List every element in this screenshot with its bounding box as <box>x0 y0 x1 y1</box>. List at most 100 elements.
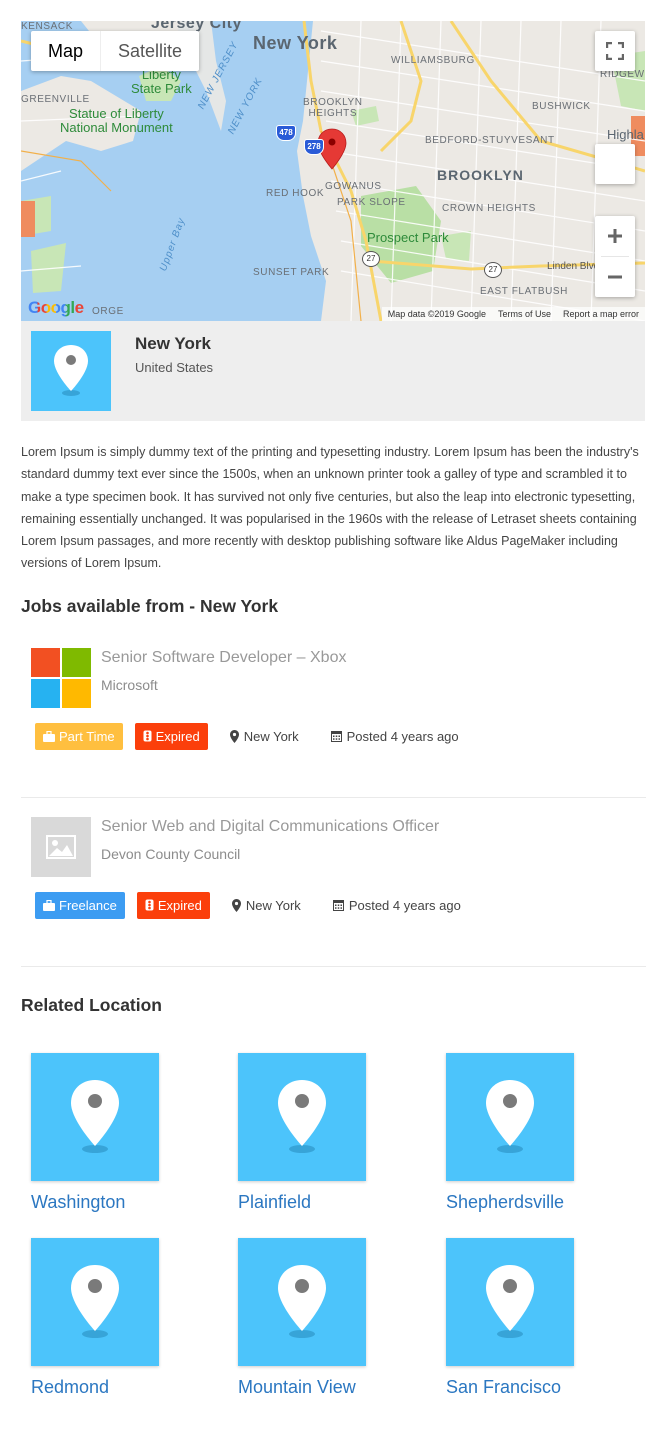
calendar-icon <box>330 731 342 742</box>
map-label-gorge: ORGE <box>92 306 124 317</box>
map-label-sunset-park: SUNSET PARK <box>253 267 330 278</box>
job-listing[interactable]: Senior Software Developer – Xbox Microso… <box>21 628 646 798</box>
job-location: New York <box>231 897 301 913</box>
related-location-card[interactable]: Plainfield <box>228 1053 408 1233</box>
map-data-credit: Map data ©2019 Google <box>387 309 486 319</box>
job-posted: Posted 4 years ago <box>332 897 461 913</box>
map-label-gowanus: GOWANUS <box>325 181 382 192</box>
job-listing[interactable]: Senior Web and Digital Communications Of… <box>21 797 646 967</box>
related-location-link[interactable]: Mountain View <box>238 1377 356 1398</box>
job-status-badge: Expired <box>134 722 208 750</box>
job-meta: Freelance Expired New York Posted 4 year… <box>35 891 461 919</box>
route-27-shield-icon: 27 <box>484 262 502 278</box>
zoom-in-button[interactable] <box>595 216 635 256</box>
job-title-link[interactable]: Senior Software Developer – Xbox <box>101 649 346 667</box>
map-type-satellite-button[interactable]: Satellite <box>100 31 199 71</box>
map-pin-icon <box>71 1265 119 1338</box>
map-type-control[interactable]: Map Satellite <box>31 31 200 71</box>
related-location-card[interactable]: Mountain View <box>228 1238 408 1418</box>
related-location-thumbnail[interactable] <box>446 1238 574 1366</box>
job-type-label: Freelance <box>59 897 117 913</box>
map-label-greenville: GREENVILLE <box>21 94 90 105</box>
map-pin-icon <box>278 1080 326 1153</box>
location-name: New York <box>135 334 211 353</box>
job-location-label: New York <box>245 897 301 913</box>
map-label-east-flatbush: EAST FLATBUSH <box>480 286 569 297</box>
zoom-out-button[interactable] <box>595 257 635 297</box>
job-status-label: Expired <box>155 728 200 744</box>
street-view-button[interactable] <box>595 144 635 184</box>
related-location-link[interactable]: Washington <box>31 1192 125 1213</box>
map-label-brooklyn-heights: BROOKLYN HEIGHTS <box>303 97 363 119</box>
fullscreen-button[interactable] <box>595 31 635 71</box>
image-placeholder-icon[interactable] <box>31 817 91 877</box>
interstate-478-shield-icon: 478 <box>276 125 296 141</box>
related-location-card[interactable]: Washington <box>21 1053 201 1233</box>
related-location-link[interactable]: San Francisco <box>446 1377 561 1398</box>
job-posted-label: Posted 4 years ago <box>348 897 461 913</box>
map-label-highland: Highla <box>607 127 644 142</box>
related-location-card[interactable]: Redmond <box>21 1238 201 1418</box>
map-pin-icon <box>278 1265 326 1338</box>
location-country: United States <box>135 360 214 375</box>
map-label-park-slope: PARK SLOPE <box>337 197 406 208</box>
map-label-crown-heights: CROWN HEIGHTS <box>442 203 536 214</box>
microsoft-logo-icon[interactable] <box>31 648 91 708</box>
jobs-heading: Jobs available from - New York <box>21 596 279 616</box>
map-pin-icon <box>71 1080 119 1153</box>
traffic-light-icon <box>143 730 152 742</box>
map-type-map-button[interactable]: Map <box>31 31 100 71</box>
job-status-label: Expired <box>157 897 202 913</box>
related-location-link[interactable]: Shepherdsville <box>446 1192 564 1213</box>
map-label-williamsburg: WILLIAMSBURG <box>391 55 475 66</box>
job-type-badge: Part Time <box>35 722 123 750</box>
related-location-link[interactable]: Plainfield <box>238 1192 311 1213</box>
related-location-link[interactable]: Redmond <box>31 1377 109 1398</box>
map-attribution-bar: Map data ©2019 Google Terms of Use Repor… <box>381 307 645 321</box>
related-location-thumbnail[interactable] <box>31 1238 159 1366</box>
map-label-bushwick: BUSHWICK <box>532 101 591 112</box>
job-location-label: New York <box>243 728 299 744</box>
job-meta: Part Time Expired New York Posted 4 year… <box>35 722 459 750</box>
map-widget[interactable]: Jersey City New York KENSACK WILLIAMSBUR… <box>21 21 645 321</box>
google-logo[interactable]: Google <box>28 298 84 318</box>
related-location-thumbnail[interactable] <box>31 1053 159 1181</box>
map-marker-icon <box>231 898 241 912</box>
map-terms-link[interactable]: Terms of Use <box>498 309 551 319</box>
job-type-badge: Freelance <box>35 891 125 919</box>
related-location-thumbnail[interactable] <box>446 1053 574 1181</box>
job-posted: Posted 4 years ago <box>330 728 459 744</box>
plus-icon <box>608 229 622 243</box>
location-header: New York United States <box>21 321 645 421</box>
map-label-liberty-state-park: Liberty State Park <box>131 67 192 96</box>
job-title-link[interactable]: Senior Web and Digital Communications Of… <box>101 818 439 836</box>
map-label-new-york: New York <box>253 33 338 53</box>
map-label-linden-blvd: Linden Blvd <box>547 261 600 272</box>
map-label-bedford: BEDFORD-STUYVESANT <box>425 135 555 146</box>
location-thumbnail <box>31 331 111 411</box>
related-heading: Related Location <box>21 995 162 1015</box>
route-27-shield-icon: 27 <box>362 251 380 267</box>
related-location-card[interactable]: San Francisco <box>436 1238 616 1418</box>
briefcase-icon <box>43 730 55 742</box>
minus-icon <box>608 275 622 279</box>
traffic-light-icon <box>145 899 154 911</box>
job-posted-label: Posted 4 years ago <box>346 728 459 744</box>
map-report-link[interactable]: Report a map error <box>563 309 639 319</box>
job-location: New York <box>229 728 299 744</box>
calendar-icon <box>332 900 344 911</box>
job-company: Microsoft <box>101 677 158 693</box>
job-divider <box>21 966 646 967</box>
map-label-brooklyn: BROOKLYN <box>437 167 524 183</box>
interstate-278-shield-icon: 278 <box>304 139 324 155</box>
map-pin-icon <box>486 1265 534 1338</box>
related-location-thumbnail[interactable] <box>238 1238 366 1366</box>
map-pin-icon <box>486 1080 534 1153</box>
map-marker-icon <box>229 729 239 743</box>
zoom-control[interactable] <box>595 216 635 297</box>
location-description: Lorem Ipsum is simply dummy text of the … <box>21 445 639 571</box>
map-label-red-hook: RED HOOK <box>266 188 325 199</box>
related-location-thumbnail[interactable] <box>238 1053 366 1181</box>
related-location-card[interactable]: Shepherdsville <box>436 1053 616 1233</box>
map-label-prospect-park: Prospect Park <box>367 230 449 245</box>
